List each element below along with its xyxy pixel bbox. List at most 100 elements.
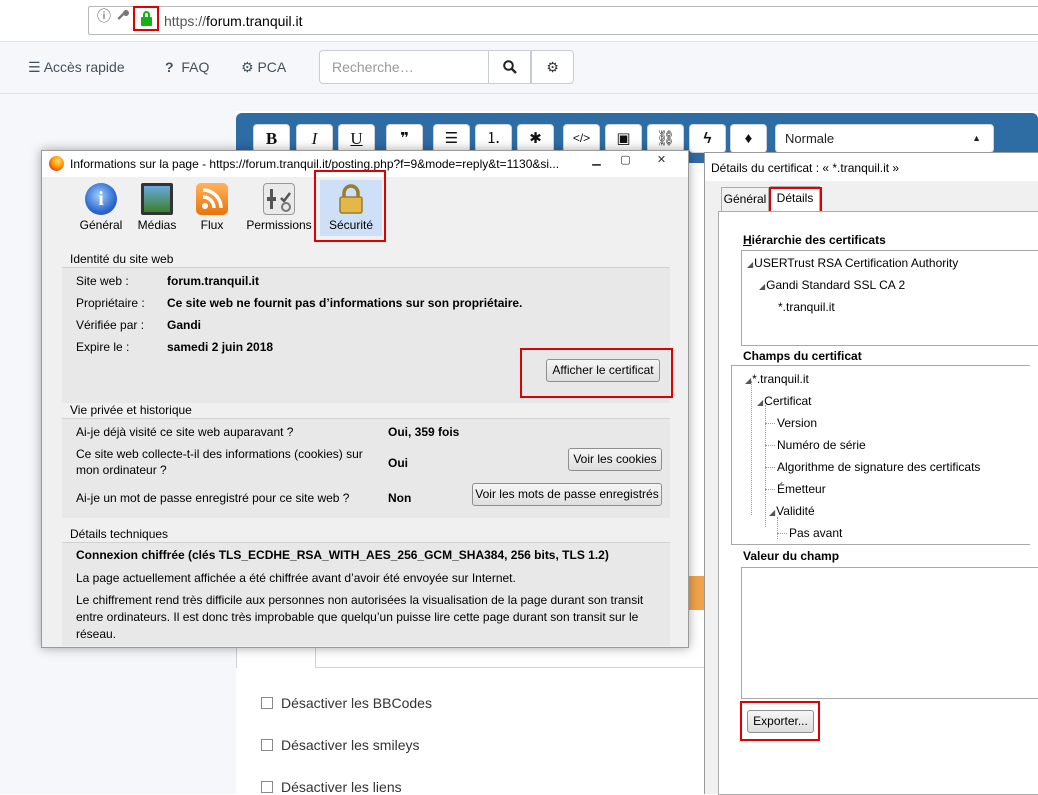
underline-button[interactable]: U xyxy=(338,124,375,153)
field-version[interactable]: Version xyxy=(777,416,817,430)
cookies-question-cont: mon ordinateur ? xyxy=(76,463,167,477)
pca-link[interactable]: ⚙ PCA xyxy=(241,59,286,76)
bold-button[interactable]: B xyxy=(253,124,290,153)
field-root[interactable]: ◢*.tranquil.it xyxy=(745,372,809,386)
url-text[interactable]: https://forum.tranquil.it xyxy=(164,13,303,29)
checkbox[interactable] xyxy=(261,781,273,793)
encryption-text-1: La page actuellement affichée a été chif… xyxy=(76,571,516,585)
tab-general[interactable]: i Général xyxy=(76,180,126,236)
flash-button[interactable]: ϟ xyxy=(689,124,726,153)
expand-triangle-icon: ◢ xyxy=(745,376,752,385)
forum-navbar: ☰ Accès rapide ? FAQ ⚙ PCA Recherche… ⚙ xyxy=(0,42,1038,94)
image-button[interactable]: ▣ xyxy=(605,124,642,153)
dialog-body: i Général Médias Flux Permissions Sécuri… xyxy=(46,177,684,646)
expand-triangle-icon: ◢ xyxy=(759,282,766,291)
italic-button[interactable]: I xyxy=(296,124,333,153)
quick-access-link[interactable]: ☰ Accès rapide xyxy=(28,59,125,76)
view-certificate-button[interactable]: Afficher le certificat xyxy=(546,359,660,382)
fields-heading: Champs du certificat xyxy=(743,349,862,363)
expand-triangle-icon: ◢ xyxy=(747,260,754,269)
site-value: forum.tranquil.it xyxy=(167,274,259,288)
field-value-box[interactable] xyxy=(741,567,1038,699)
hierarchy-leaf[interactable]: *.tranquil.it xyxy=(778,300,835,314)
bullet-list-button[interactable]: ☰ xyxy=(433,124,470,153)
tab-cert-general[interactable]: Général xyxy=(721,187,769,211)
numbered-list-button[interactable]: ⒈ xyxy=(475,124,512,153)
password-question: Ai-je un mot de passe enregistré pour ce… xyxy=(76,491,350,505)
checkbox[interactable] xyxy=(261,697,273,709)
hierarchy-intermediate[interactable]: ◢Gandi Standard SSL CA 2 xyxy=(759,278,905,292)
maximize-button[interactable]: ▢ xyxy=(612,153,639,169)
list-item-button[interactable]: ✱ xyxy=(517,124,554,153)
view-passwords-button[interactable]: Voir les mots de passe enregistrés xyxy=(472,483,662,506)
fields-tree[interactable] xyxy=(731,365,1030,545)
minimize-button[interactable]: ▁ xyxy=(583,153,610,169)
field-serial[interactable]: Numéro de série xyxy=(777,438,866,452)
search-settings-button[interactable]: ⚙ xyxy=(531,50,574,84)
identity-heading: Identité du site web xyxy=(70,252,174,266)
tree-guide xyxy=(777,517,778,539)
view-cookies-button[interactable]: Voir les cookies xyxy=(568,448,662,471)
checkbox[interactable] xyxy=(261,739,273,751)
tree-guide xyxy=(765,489,775,490)
owner-label: Propriétaire : xyxy=(76,296,145,310)
permissions-icon xyxy=(263,183,295,215)
expires-value: samedi 2 juin 2018 xyxy=(167,340,274,354)
export-button[interactable]: Exporter... xyxy=(747,710,814,733)
key-icon[interactable] xyxy=(116,9,130,26)
search-input[interactable]: Recherche… xyxy=(319,50,489,84)
cookies-answer: Oui xyxy=(388,456,408,470)
visited-answer: Oui, 359 fois xyxy=(388,425,460,439)
color-button[interactable]: ♦ xyxy=(730,124,767,153)
tab-feeds[interactable]: Flux xyxy=(187,180,237,236)
field-certificate[interactable]: ◢Certificat xyxy=(757,394,812,408)
code-button[interactable]: </> xyxy=(563,124,600,153)
verified-label: Vérifiée par : xyxy=(76,318,145,332)
value-heading: Valeur du champ xyxy=(743,549,840,563)
expires-label: Expire le : xyxy=(76,340,130,354)
encryption-text-2: Le chiffrement rend très difficile aux p… xyxy=(76,593,644,607)
tree-guide xyxy=(765,467,775,468)
gears-icon: ⚙ xyxy=(241,59,254,75)
cert-dialog-titlebar[interactable]: Détails du certificat : « *.tranquil.it … xyxy=(705,153,1038,181)
disable-smileys-option[interactable]: Désactiver les smileys xyxy=(261,737,419,753)
link-button[interactable]: ⛓ xyxy=(647,124,684,153)
hierarchy-heading: Hiérarchie des certificats xyxy=(743,233,886,247)
field-validity[interactable]: ◢Validité xyxy=(769,504,815,518)
question-icon: ? xyxy=(165,59,174,75)
technical-heading: Détails techniques xyxy=(70,527,169,541)
secure-lock-highlight[interactable] xyxy=(133,6,159,31)
search-button[interactable] xyxy=(488,50,531,84)
font-size-select[interactable]: Normale ▲ xyxy=(775,124,994,153)
info-icon: i xyxy=(85,183,117,215)
visited-question: Ai-je déjà visité ce site web auparavant… xyxy=(76,425,294,439)
quote-button[interactable]: ❞ xyxy=(386,124,423,153)
encryption-text-3: entre ordinateurs. Il est donc très impr… xyxy=(76,610,639,624)
close-button[interactable]: ✕ xyxy=(648,153,675,169)
tree-guide xyxy=(765,423,775,424)
field-not-before[interactable]: Pas avant xyxy=(789,526,842,540)
privacy-heading: Vie privée et historique xyxy=(70,403,192,417)
disable-links-option[interactable]: Désactiver les liens xyxy=(261,779,402,795)
tab-permissions[interactable]: Permissions xyxy=(244,180,314,236)
tab-media[interactable]: Médias xyxy=(132,180,182,236)
connection-summary: Connexion chiffrée (clés TLS_ECDHE_RSA_W… xyxy=(76,548,609,562)
faq-link[interactable]: ? FAQ xyxy=(165,59,209,75)
password-answer: Non xyxy=(388,491,412,505)
tree-guide xyxy=(777,533,787,534)
tree-guide xyxy=(765,445,775,446)
field-issuer[interactable]: Émetteur xyxy=(777,482,826,496)
gear-icon: ⚙ xyxy=(546,59,559,75)
media-icon xyxy=(141,183,173,215)
field-signature-algorithm[interactable]: Algorithme de signature des certificats xyxy=(777,460,980,474)
info-icon[interactable]: ⓘ xyxy=(97,6,111,26)
lock-icon xyxy=(141,17,152,26)
search-icon xyxy=(502,60,517,74)
cookies-question: Ce site web collecte-t-il des informatio… xyxy=(76,447,363,461)
hierarchy-root[interactable]: ◢USERTrust RSA Certification Authority xyxy=(747,256,958,270)
disable-bbcode-option[interactable]: Désactiver les BBCodes xyxy=(261,695,432,711)
dropdown-caret-icon: ▲ xyxy=(972,133,981,143)
dialog-title: Informations sur la page - https://forum… xyxy=(70,157,560,171)
cert-dialog-title: Détails du certificat : « *.tranquil.it … xyxy=(711,161,900,175)
expand-triangle-icon: ◢ xyxy=(757,398,764,407)
